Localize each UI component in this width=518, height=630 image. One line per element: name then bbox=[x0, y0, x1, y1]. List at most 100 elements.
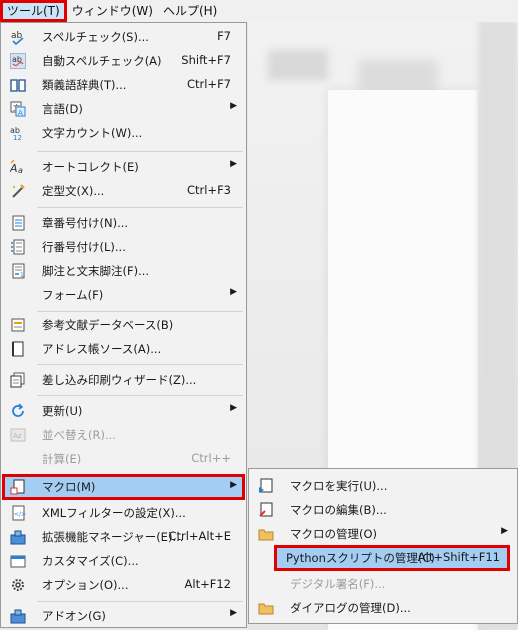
menu-item-mail-merge-wizard[interactable]: 差し込み印刷ウィザード(Z)... bbox=[2, 369, 245, 391]
svg-text:A: A bbox=[10, 162, 18, 175]
menu-item-label: カスタマイズ(C)... bbox=[42, 554, 139, 568]
menu-item-chapter-numbering[interactable]: 章番号付け(N)... bbox=[2, 212, 245, 234]
menu-item-label: フォーム(F) bbox=[42, 288, 104, 302]
menu-item-spellcheck[interactable]: ab スペルチェック(S)... F7 bbox=[2, 26, 245, 48]
menu-item-label: 参考文献データベース(B) bbox=[42, 318, 174, 332]
menu-item-shortcut: Ctrl+Alt+E bbox=[168, 529, 231, 543]
mail-merge-icon bbox=[10, 372, 26, 388]
tools-menu: ab スペルチェック(S)... F7 ab 自動スペルチェック(A) Shif… bbox=[0, 22, 247, 628]
menu-tools[interactable]: ツール(T) bbox=[0, 0, 67, 22]
xml-filter-icon: </> bbox=[10, 505, 26, 521]
menu-item-footnotes[interactable]: 1 脚注と文末脚注(F)... bbox=[2, 260, 245, 282]
menu-item-address-book-source[interactable]: アドレス帳ソース(A)... bbox=[2, 338, 245, 360]
customize-icon bbox=[10, 553, 26, 569]
menu-item-shortcut: Ctrl+F7 bbox=[186, 77, 231, 91]
menu-separator bbox=[37, 601, 243, 602]
menu-item-macros[interactable]: マクロ(M) ▶ bbox=[2, 474, 245, 500]
menu-item-label: マクロの編集(B)... bbox=[290, 503, 387, 517]
menu-item-label: スペルチェック(S)... bbox=[42, 30, 149, 44]
menu-item-label: 脚注と文末脚注(F)... bbox=[42, 264, 150, 278]
menu-item-label: アドオン(G) bbox=[42, 609, 106, 623]
menu-window[interactable]: ウィンドウ(W) bbox=[67, 0, 158, 22]
submenu-item-organize-macros[interactable]: マクロの管理(O) ▶ bbox=[250, 523, 516, 545]
menu-item-label: 行番号付け(L)... bbox=[42, 240, 126, 254]
menu-item-thesaurus[interactable]: 類義語辞典(T)... Ctrl+F7 bbox=[2, 74, 245, 96]
menu-separator bbox=[37, 151, 243, 152]
submenu-item-organize-dialogs[interactable]: ダイアログの管理(D)... bbox=[250, 597, 516, 619]
menu-separator bbox=[37, 207, 243, 208]
submenu-arrow-icon: ▶ bbox=[230, 101, 237, 111]
submenu-arrow-icon: ▶ bbox=[230, 480, 237, 490]
address-book-icon bbox=[10, 341, 26, 357]
submenu-arrow-icon: ▶ bbox=[230, 608, 237, 618]
menu-item-label: 言語(D) bbox=[42, 102, 83, 116]
sort-icon: Az bbox=[10, 427, 26, 443]
menu-item-auto-spellcheck[interactable]: ab 自動スペルチェック(A) Shift+F7 bbox=[2, 50, 245, 72]
submenu-arrow-icon: ▶ bbox=[230, 287, 237, 297]
folder-icon bbox=[258, 526, 274, 542]
addon-icon bbox=[10, 608, 26, 624]
submenu-item-run-macro[interactable]: マクロを実行(U)... bbox=[250, 475, 516, 497]
menu-item-autotext[interactable]: 定型文(X)... Ctrl+F3 bbox=[2, 180, 245, 202]
menu-item-update[interactable]: 更新(U) ▶ bbox=[2, 400, 245, 422]
menu-item-options[interactable]: オプション(O)... Alt+F12 bbox=[2, 574, 245, 596]
menu-item-label: 差し込み印刷ウィザード(Z)... bbox=[42, 373, 197, 387]
menu-item-forms[interactable]: フォーム(F) ▶ bbox=[2, 284, 245, 306]
gear-icon bbox=[10, 577, 26, 593]
menu-item-shortcut: Alt+Shift+F11 bbox=[417, 550, 500, 564]
menu-item-label: オプション(O)... bbox=[42, 578, 129, 592]
submenu-arrow-icon: ▶ bbox=[230, 159, 237, 169]
auto-spellcheck-icon: ab bbox=[10, 53, 26, 69]
menu-item-label: 拡張機能マネージャー(E)... bbox=[42, 530, 184, 544]
menu-item-label: Pythonスクリプトの管理(C) bbox=[286, 551, 435, 565]
menu-item-label: 類義語辞典(T)... bbox=[42, 78, 127, 92]
line-numbering-icon bbox=[10, 239, 26, 255]
menu-item-bibliography-database[interactable]: 参考文献データベース(B) bbox=[2, 314, 245, 336]
menu-separator bbox=[37, 395, 243, 396]
menu-item-label: マクロ(M) bbox=[42, 480, 96, 494]
menu-item-sort: Az 並べ替え(R)... bbox=[2, 424, 245, 446]
menu-item-label: XMLフィルターの設定(X)... bbox=[42, 506, 186, 520]
menu-item-word-count[interactable]: ab 12 文字カウント(W)... bbox=[2, 122, 245, 144]
svg-text:A: A bbox=[18, 109, 23, 117]
toolbar-blur bbox=[358, 60, 438, 90]
menu-item-customize[interactable]: カスタマイズ(C)... bbox=[2, 550, 245, 572]
menu-help[interactable]: ヘルプ(H) bbox=[158, 0, 222, 22]
menu-item-label: オートコレクト(E) bbox=[42, 160, 139, 174]
menu-item-shortcut: Shift+F7 bbox=[181, 53, 231, 67]
menu-item-line-numbering[interactable]: 行番号付け(L)... bbox=[2, 236, 245, 258]
menu-item-label: マクロの管理(O) bbox=[290, 527, 378, 541]
svg-text:Az: Az bbox=[13, 432, 22, 440]
menu-item-addons[interactable]: アドオン(G) ▶ bbox=[2, 605, 245, 627]
svg-text:</>: </> bbox=[14, 511, 26, 518]
submenu-item-edit-macros[interactable]: マクロの編集(B)... bbox=[250, 499, 516, 521]
menu-item-xml-filter-settings[interactable]: </> XMLフィルターの設定(X)... bbox=[2, 502, 245, 524]
autocorrect-icon: Aa bbox=[10, 159, 26, 175]
menu-item-label: マクロを実行(U)... bbox=[290, 479, 388, 493]
menu-item-label: 文字カウント(W)... bbox=[42, 126, 143, 140]
macro-icon bbox=[10, 479, 26, 495]
menu-item-extension-manager[interactable]: 拡張機能マネージャー(E)... Ctrl+Alt+E bbox=[2, 526, 245, 548]
menu-item-language[interactable]: 文A 言語(D) ▶ bbox=[2, 98, 245, 120]
menu-item-autocorrect[interactable]: Aa オートコレクト(E) ▶ bbox=[2, 156, 245, 178]
menu-item-label: 章番号付け(N)... bbox=[42, 216, 129, 230]
menu-separator bbox=[37, 311, 243, 312]
chapter-numbering-icon bbox=[10, 215, 26, 231]
book-icon bbox=[10, 77, 26, 93]
menu-item-calculate: 計算(E) Ctrl++ bbox=[2, 448, 245, 470]
menu-item-label: アドレス帳ソース(A)... bbox=[42, 342, 162, 356]
menu-item-label: 計算(E) bbox=[42, 452, 82, 466]
menubar: ツール(T) ウィンドウ(W) ヘルプ(H) bbox=[0, 0, 518, 22]
footnote-icon: 1 bbox=[10, 263, 26, 279]
menu-item-shortcut: Alt+F12 bbox=[184, 577, 231, 591]
word-count-icon: ab 12 bbox=[10, 125, 26, 141]
menu-item-label: デジタル署名(F)... bbox=[290, 577, 386, 591]
run-macro-icon bbox=[258, 478, 274, 494]
menu-item-shortcut: F7 bbox=[217, 29, 231, 43]
menu-item-label: 定型文(X)... bbox=[42, 184, 105, 198]
refresh-icon bbox=[10, 403, 26, 419]
svg-text:1: 1 bbox=[20, 272, 24, 279]
macro-submenu: マクロを実行(U)... マクロの編集(B)... マクロの管理(O) ▶ Py… bbox=[248, 468, 518, 624]
menu-separator bbox=[37, 364, 243, 365]
submenu-item-python-scripts[interactable]: Pythonスクリプトの管理(C) Alt+Shift+F11 bbox=[274, 545, 510, 571]
